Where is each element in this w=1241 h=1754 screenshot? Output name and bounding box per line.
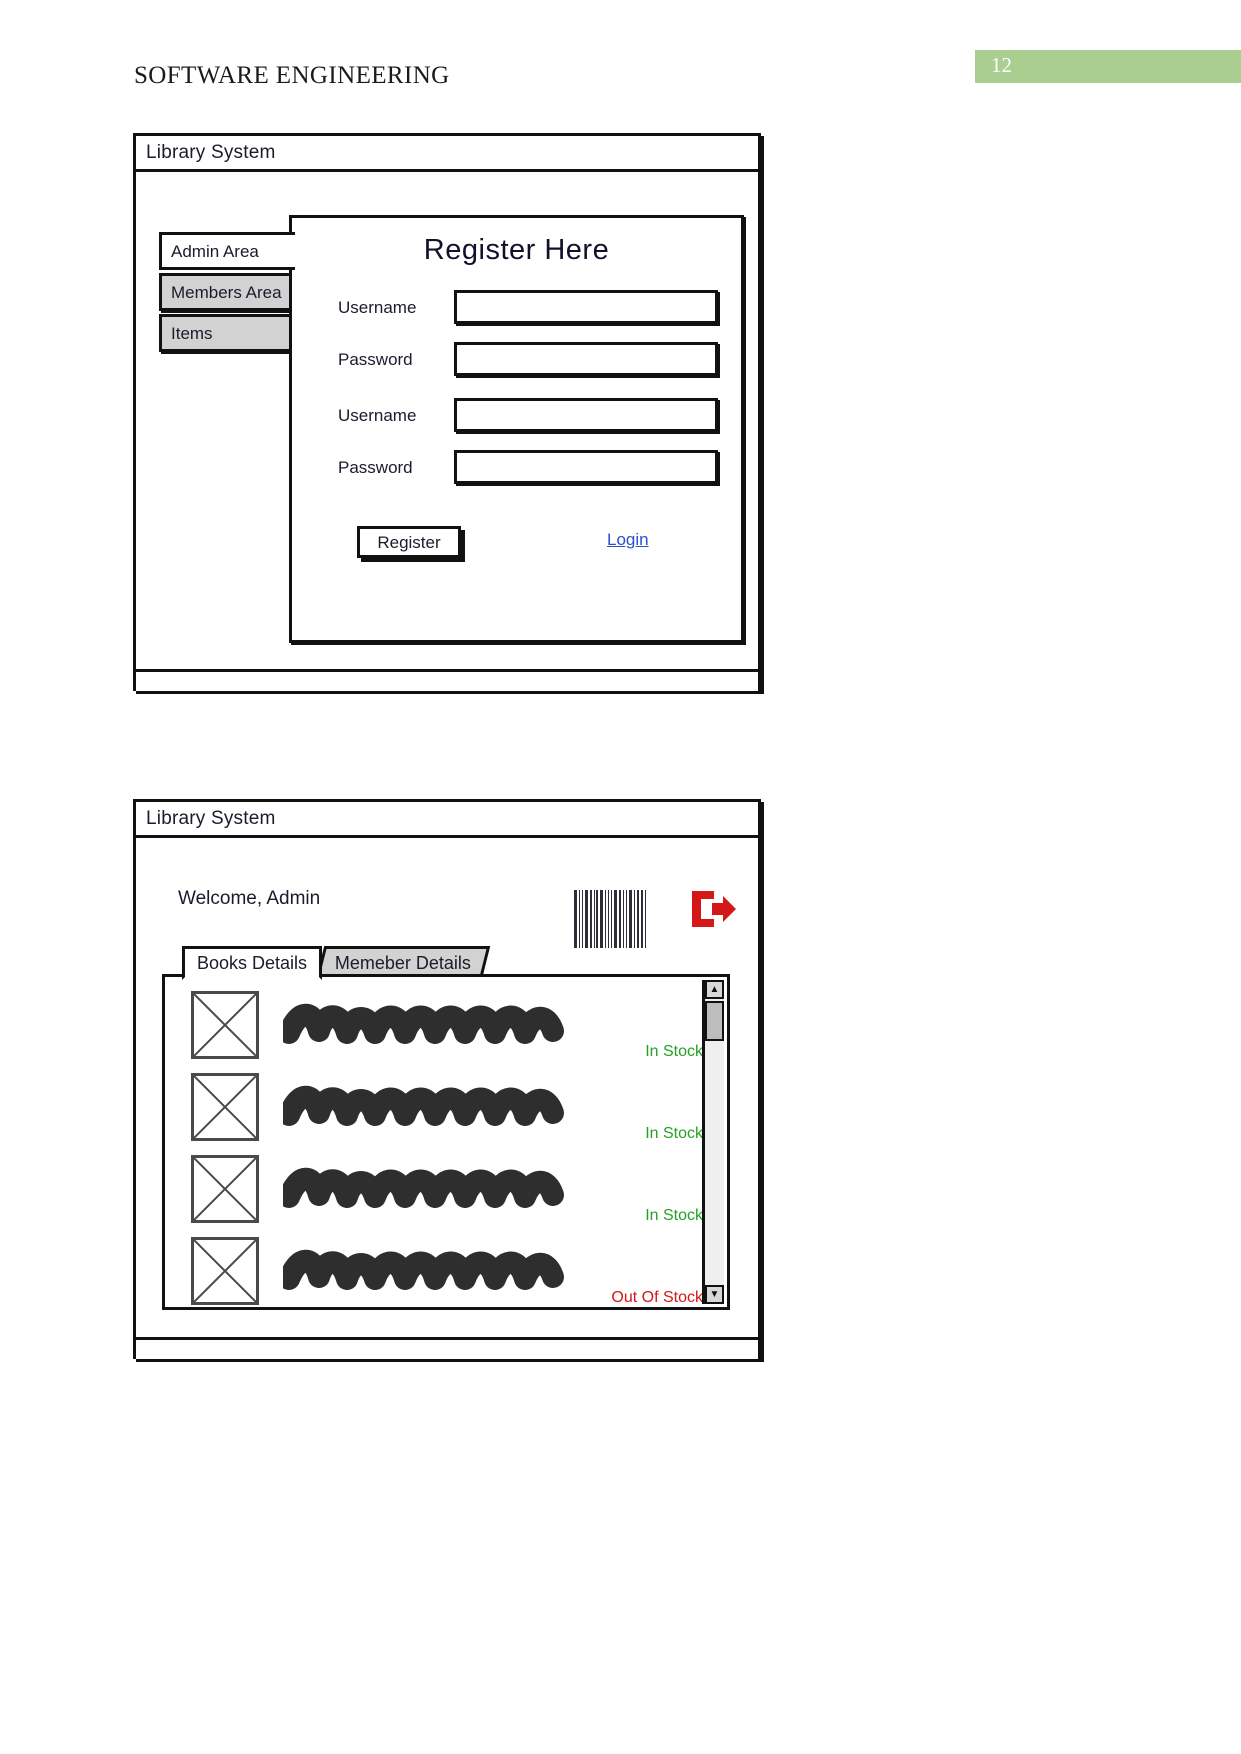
dashboard-window-title: Library System (146, 808, 276, 829)
barcode-bar (607, 890, 610, 948)
barcode-icon (574, 890, 646, 948)
status-badge: Out Of Stock (611, 1289, 703, 1306)
barcode-bar (585, 890, 588, 948)
register-button[interactable]: Register (357, 526, 461, 558)
image-placeholder-icon (191, 1155, 259, 1223)
book-list-item[interactable]: In Stock (191, 1155, 711, 1231)
page-number: 12 (991, 53, 1012, 77)
barcode-bar (596, 890, 599, 948)
barcode-bar (645, 890, 646, 948)
register-heading: Register Here (423, 234, 610, 266)
tab-books-details[interactable]: Books Details (182, 946, 323, 980)
scroll-up-arrow-icon[interactable]: ▲ (705, 980, 724, 999)
register-wireframe-window: Library System Admin Area Members Area I… (133, 133, 761, 691)
username-input-2[interactable] (454, 398, 718, 432)
document-header: SOFTWARE ENGINEERING 12 (0, 0, 1241, 120)
book-title-scribble (278, 1003, 583, 1052)
sidebar-item-label: Items (171, 324, 213, 343)
barcode-bar (611, 890, 613, 948)
sidebar-item-label: Members Area (171, 283, 282, 302)
book-list-item[interactable]: In Stock (191, 1073, 711, 1149)
register-button-label: Register (377, 533, 441, 552)
register-window-body: Admin Area Members Area Items Register H… (136, 172, 758, 691)
welcome-message: Welcome, Admin (178, 888, 321, 909)
document-page: SOFTWARE ENGINEERING 12 Library System A… (0, 0, 1241, 1754)
status-badge: In Stock (645, 1043, 703, 1060)
barcode-bar (625, 890, 628, 948)
vertical-scrollbar[interactable]: ▲ ▼ (702, 980, 724, 1304)
barcode-bar (633, 890, 635, 948)
book-list-item[interactable]: In Stock (191, 991, 711, 1067)
password-label: Password (338, 350, 413, 369)
username-input-1[interactable] (454, 290, 718, 324)
form-row-username-1: Username (338, 290, 718, 326)
form-row-username-2: Username (338, 398, 718, 434)
book-title-scribble (278, 1249, 583, 1298)
scrollbar-thumb[interactable] (705, 1001, 724, 1041)
books-list-panel: In Stock In Stock In Stock Out Of Stock … (162, 974, 730, 1310)
barcode-bar (622, 890, 624, 948)
page-number-badge: 12 (975, 50, 1241, 83)
password-input-1[interactable] (454, 342, 718, 376)
dashboard-window-body: Welcome, Admin Books Details Memeber Det… (136, 838, 758, 1359)
barcode-bar (614, 890, 617, 948)
register-window-titlebar: Library System (136, 136, 758, 172)
password-label-2: Password (338, 458, 413, 477)
image-placeholder-icon (191, 991, 259, 1059)
status-badge: In Stock (645, 1207, 703, 1224)
page-title: SOFTWARE ENGINEERING (134, 62, 450, 89)
dashboard-window-titlebar: Library System (136, 802, 758, 838)
barcode-bar (629, 890, 632, 948)
barcode-bar (578, 890, 581, 948)
sidebar-item-admin-area[interactable]: Admin Area (159, 232, 295, 270)
sidebar-item-label: Admin Area (171, 242, 259, 261)
register-content-panel: Register Here Username Password Username… (289, 215, 744, 643)
register-window-statusbar (136, 669, 758, 691)
form-row-password-2: Password (338, 450, 718, 486)
book-title-scribble (278, 1085, 583, 1134)
sidebar-item-members-area[interactable]: Members Area (159, 273, 295, 311)
status-badge: In Stock (645, 1125, 703, 1142)
barcode-bar (618, 890, 621, 948)
barcode-bar (600, 890, 603, 948)
scroll-down-arrow-icon[interactable]: ▼ (705, 1285, 724, 1304)
form-row-password-1: Password (338, 342, 718, 378)
image-placeholder-icon (191, 1073, 259, 1141)
tab-label: Books Details (197, 953, 308, 973)
barcode-bar (582, 890, 584, 948)
barcode-bar (593, 890, 595, 948)
username-label: Username (338, 298, 417, 317)
register-window-title: Library System (146, 142, 276, 163)
barcode-bar (640, 890, 644, 948)
barcode-bar (636, 890, 639, 948)
dashboard-window-statusbar (136, 1337, 758, 1359)
sidebar-item-items[interactable]: Items (159, 314, 295, 352)
password-input-2[interactable] (454, 450, 718, 484)
barcode-bar (604, 890, 606, 948)
image-placeholder-icon (191, 1237, 259, 1305)
book-title-scribble (278, 1167, 583, 1216)
username-label-2: Username (338, 406, 417, 425)
sidebar-nav: Admin Area Members Area Items (159, 232, 295, 355)
barcode-bar (589, 890, 592, 948)
book-list-item[interactable]: Out Of Stock (191, 1237, 711, 1313)
login-link[interactable]: Login (607, 530, 649, 550)
logout-icon[interactable] (688, 888, 738, 930)
barcode-bar (574, 890, 577, 948)
dashboard-wireframe-window: Library System Welcome, Admin Books Deta… (133, 799, 761, 1359)
